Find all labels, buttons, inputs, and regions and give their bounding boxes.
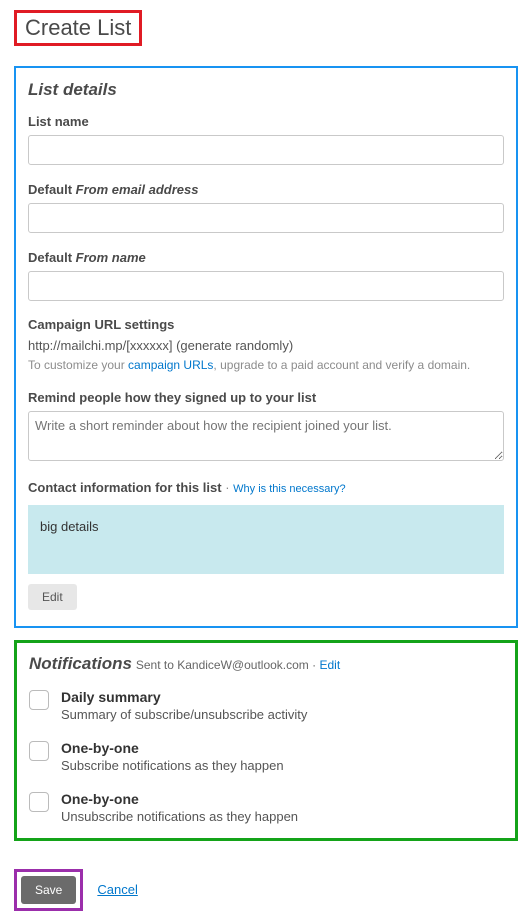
save-highlight-box: Save	[14, 869, 83, 911]
contact-info-block: Contact information for this list · Why …	[28, 480, 504, 610]
from-email-input[interactable]	[28, 203, 504, 233]
from-name-label-italic: From name	[76, 250, 146, 265]
from-email-field: Default From email address	[28, 181, 504, 233]
contact-info-label: Contact information for this list	[28, 480, 222, 495]
campaign-url-label: Campaign URL settings	[28, 317, 504, 332]
save-button[interactable]: Save	[21, 876, 76, 904]
form-actions: Save Cancel	[14, 869, 518, 911]
notifications-dot: ·	[309, 658, 320, 672]
from-name-field: Default From name	[28, 249, 504, 301]
page-title: Create List	[14, 10, 142, 46]
unsubscribe-title: One-by-one	[61, 791, 298, 807]
list-details-section: List details List name Default From emai…	[14, 66, 518, 628]
notifications-edit-link[interactable]: Edit	[319, 658, 340, 672]
notifications-sent-to-email: KandiceW@outlook.com	[177, 658, 309, 672]
reminder-label: Remind people how they signed up to your…	[28, 390, 504, 405]
notifications-section: Notifications Sent to KandiceW@outlook.c…	[14, 640, 518, 841]
unsubscribe-checkbox[interactable]	[29, 792, 49, 812]
daily-summary-desc: Summary of subscribe/unsubscribe activit…	[61, 707, 307, 722]
contact-info-heading: Contact information for this list · Why …	[28, 480, 504, 495]
from-name-label-prefix: Default	[28, 250, 76, 265]
edit-contact-button[interactable]: Edit	[28, 584, 77, 610]
campaign-url-hint-prefix: To customize your	[28, 358, 128, 372]
reminder-textarea[interactable]	[28, 411, 504, 461]
subscribe-title: One-by-one	[61, 740, 284, 756]
notification-item-unsubscribe: One-by-one Unsubscribe notifications as …	[29, 791, 503, 824]
notification-item-daily-summary: Daily summary Summary of subscribe/unsub…	[29, 689, 503, 722]
campaign-url-text: http://mailchi.mp/[xxxxxx] (generate ran…	[28, 338, 504, 353]
cancel-link[interactable]: Cancel	[97, 882, 137, 897]
contact-info-box: big details	[28, 505, 504, 574]
notification-item-subscribe: One-by-one Subscribe notifications as th…	[29, 740, 503, 773]
campaign-url-block: Campaign URL settings http://mailchi.mp/…	[28, 317, 504, 374]
from-name-input[interactable]	[28, 271, 504, 301]
notifications-heading: Notifications	[29, 654, 132, 673]
from-email-label-prefix: Default	[28, 182, 76, 197]
campaign-url-hint-suffix: , upgrade to a paid account and verify a…	[213, 358, 470, 372]
subscribe-checkbox[interactable]	[29, 741, 49, 761]
list-name-label: List name	[28, 114, 504, 129]
from-email-label-italic: From email address	[76, 182, 199, 197]
daily-summary-checkbox[interactable]	[29, 690, 49, 710]
notifications-header: Notifications Sent to KandiceW@outlook.c…	[29, 653, 503, 675]
unsubscribe-desc: Unsubscribe notifications as they happen	[61, 809, 298, 824]
daily-summary-title: Daily summary	[61, 689, 307, 705]
notifications-sent-to-prefix: Sent to	[136, 658, 177, 672]
list-name-input[interactable]	[28, 135, 504, 165]
campaign-urls-link[interactable]: campaign URLs	[128, 358, 213, 372]
campaign-url-hint: To customize your campaign URLs, upgrade…	[28, 357, 504, 374]
why-necessary-link[interactable]: Why is this necessary?	[233, 483, 345, 495]
list-name-field: List name	[28, 114, 504, 165]
list-details-heading: List details	[28, 80, 504, 100]
reminder-field: Remind people how they signed up to your…	[28, 390, 504, 464]
subscribe-desc: Subscribe notifications as they happen	[61, 758, 284, 773]
